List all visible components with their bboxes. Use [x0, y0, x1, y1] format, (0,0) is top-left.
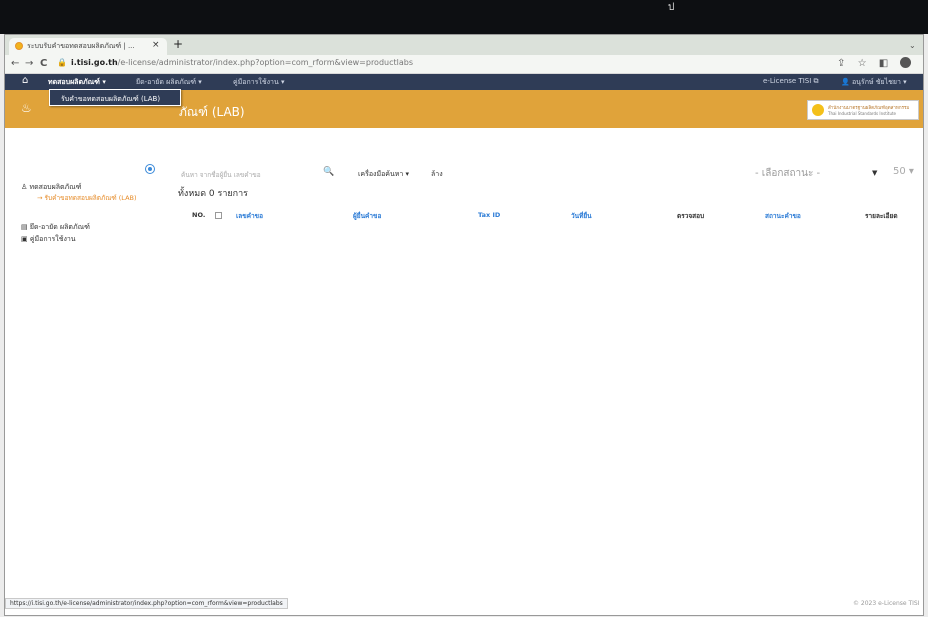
table-header: NO. เลขคำขอ ผู้ยื่นคำขอ Tax ID วันที่ยื่… [175, 211, 923, 223]
status-bar-url: https://i.tisi.go.th/e-license/administr… [5, 598, 288, 609]
handwritten-mark: ป [668, 2, 675, 13]
sidebar-item-seize-product[interactable]: ▤ ยึด-อายัด ผลิตภัณฑ์ [21, 222, 90, 233]
sidebar-item-label: ยึด-อายัด ผลิตภัณฑ์ [29, 223, 90, 231]
dark-top-strip: ป [0, 0, 928, 34]
browser-actions: ⇪ ☆ ◧ [837, 57, 920, 69]
copyright: © 2023 e-License TISI [853, 600, 920, 607]
admin-nav-bar: ⌂ ทดสอบผลิตภัณฑ์ ▾ ยืด-อายัด ผลิตภัณฑ์ ▾… [5, 74, 923, 90]
book-icon: ▣ [21, 235, 28, 243]
profile-avatar[interactable] [900, 57, 912, 68]
page-limit-select[interactable]: 50 ▾ [893, 166, 914, 177]
column-tax-id[interactable]: Tax ID [478, 211, 500, 219]
search-tools-button[interactable]: เครื่องมือค้นหา ▾ [358, 169, 409, 180]
column-submit-date[interactable]: วันที่ยื่น [571, 211, 592, 221]
menu-product-test[interactable]: ทดสอบผลิตภัณฑ์ ▾ [48, 77, 106, 88]
clear-button[interactable]: ล้าง [431, 169, 443, 180]
column-applicant[interactable]: ผู้ยื่นคำขอ [353, 211, 381, 221]
side-panel-icon[interactable]: ◧ [879, 58, 888, 69]
menu-dropdown: รับคำขอทดสอบผลิตภัณฑ์ (LAB) [49, 89, 181, 106]
e-license-link[interactable]: e-License TISI ⧉ [763, 77, 819, 86]
sidebar-item-manual[interactable]: ▣ คู่มือการใช้งาน [21, 234, 76, 245]
brand-line-en: Thai Industrial Standards Institute [828, 111, 897, 116]
url-field[interactable]: 🔒 i.tisi.go.th/e-license/administrator/in… [57, 58, 413, 67]
sidebar-toggle-icon[interactable] [145, 164, 155, 174]
bookmark-star-icon[interactable]: ☆ [858, 58, 867, 69]
forward-button[interactable]: → [25, 58, 33, 69]
dropdown-item-lab-request[interactable]: รับคำขอทดสอบผลิตภัณฑ์ (LAB) [61, 94, 160, 105]
column-details: รายละเอียด [865, 212, 898, 220]
tisi-emblem-icon [812, 104, 824, 116]
search-input[interactable]: ค้นหา จากชื่อผู้ยื่น เลขคำขอ [181, 170, 329, 183]
sidebar-item-label: คู่มือการใช้งาน [29, 235, 76, 243]
browser-window: ระบบรับคำขอทดสอบผลิตภัณฑ์ | ... × + ⌄ ← … [4, 34, 924, 616]
url-path: /e-license/administrator/index.php?optio… [117, 58, 413, 67]
column-verify: ตรวจสอบ [677, 212, 705, 220]
menu-user-manual[interactable]: คู่มือการใช้งาน ▾ [233, 77, 284, 88]
brand-line-thai: สำนักงานมาตรฐานผลิตภัณฑ์อุตสาหกรรม [828, 106, 910, 111]
lock-icon: 🔒 [57, 58, 67, 67]
search-icon[interactable]: 🔍 [323, 167, 334, 177]
menu-seize-product[interactable]: ยืด-อายัด ผลิตภัณฑ์ ▾ [136, 77, 202, 88]
address-bar: ← → C 🔒 i.tisi.go.th/e-license/administra… [5, 55, 923, 74]
share-icon[interactable]: ⇪ [837, 58, 845, 69]
new-tab-button[interactable]: + [173, 37, 183, 51]
home-icon[interactable]: ⌂ [22, 75, 28, 86]
status-select[interactable]: - เลือกสถานะ - [755, 166, 820, 181]
total-count: ทั้งหมด 0 รายการ [178, 189, 248, 199]
select-all-checkbox[interactable] [215, 212, 222, 219]
chevron-down-icon[interactable]: ▼ [872, 169, 877, 177]
column-no: NO. [192, 211, 206, 219]
browser-tab[interactable]: ระบบรับคำขอทดสอบผลิตภัณฑ์ | ... × [9, 38, 167, 55]
column-request-no[interactable]: เลขคำขอ [236, 211, 263, 221]
tab-search-icon[interactable]: ⌄ [909, 41, 916, 50]
column-request-status[interactable]: สถานะคำขอ [765, 211, 801, 221]
favicon-icon [15, 42, 23, 50]
page-title: ภัณฑ์ (LAB) [179, 105, 245, 119]
tab-close-icon[interactable]: × [152, 40, 160, 50]
tisi-logo: สำนักงานมาตรฐานผลิตภัณฑ์อุตสาหกรรม Thai … [807, 100, 919, 120]
reload-button[interactable]: C [40, 58, 47, 69]
user-menu[interactable]: 👤 อนุรักษ์ ชัยไชยา ▾ [841, 77, 907, 88]
user-icon: ♙ [21, 183, 28, 191]
sidebar: ♙ ทดสอบผลิตภัณฑ์ → รับคำขอทดสอบผลิตภัณฑ์… [5, 128, 165, 598]
lab-icon: ♨ [21, 101, 32, 115]
back-button[interactable]: ← [11, 58, 19, 69]
sidebar-item-product-test[interactable]: ♙ ทดสอบผลิตภัณฑ์ [21, 182, 81, 193]
list-icon: ▤ [21, 223, 28, 231]
url-host: i.tisi.go.th [70, 58, 118, 67]
sidebar-item-label: ทดสอบผลิตภัณฑ์ [29, 183, 82, 191]
main-content: ค้นหา จากชื่อผู้ยื่น เลขคำขอ 🔍 เครื่องมื… [175, 128, 923, 598]
tab-strip: ระบบรับคำขอทดสอบผลิตภัณฑ์ | ... × + ⌄ [5, 35, 923, 55]
tab-title: ระบบรับคำขอทดสอบผลิตภัณฑ์ | ... [27, 42, 135, 50]
sidebar-subitem-lab-request[interactable]: → รับคำขอทดสอบผลิตภัณฑ์ (LAB) [37, 194, 149, 203]
